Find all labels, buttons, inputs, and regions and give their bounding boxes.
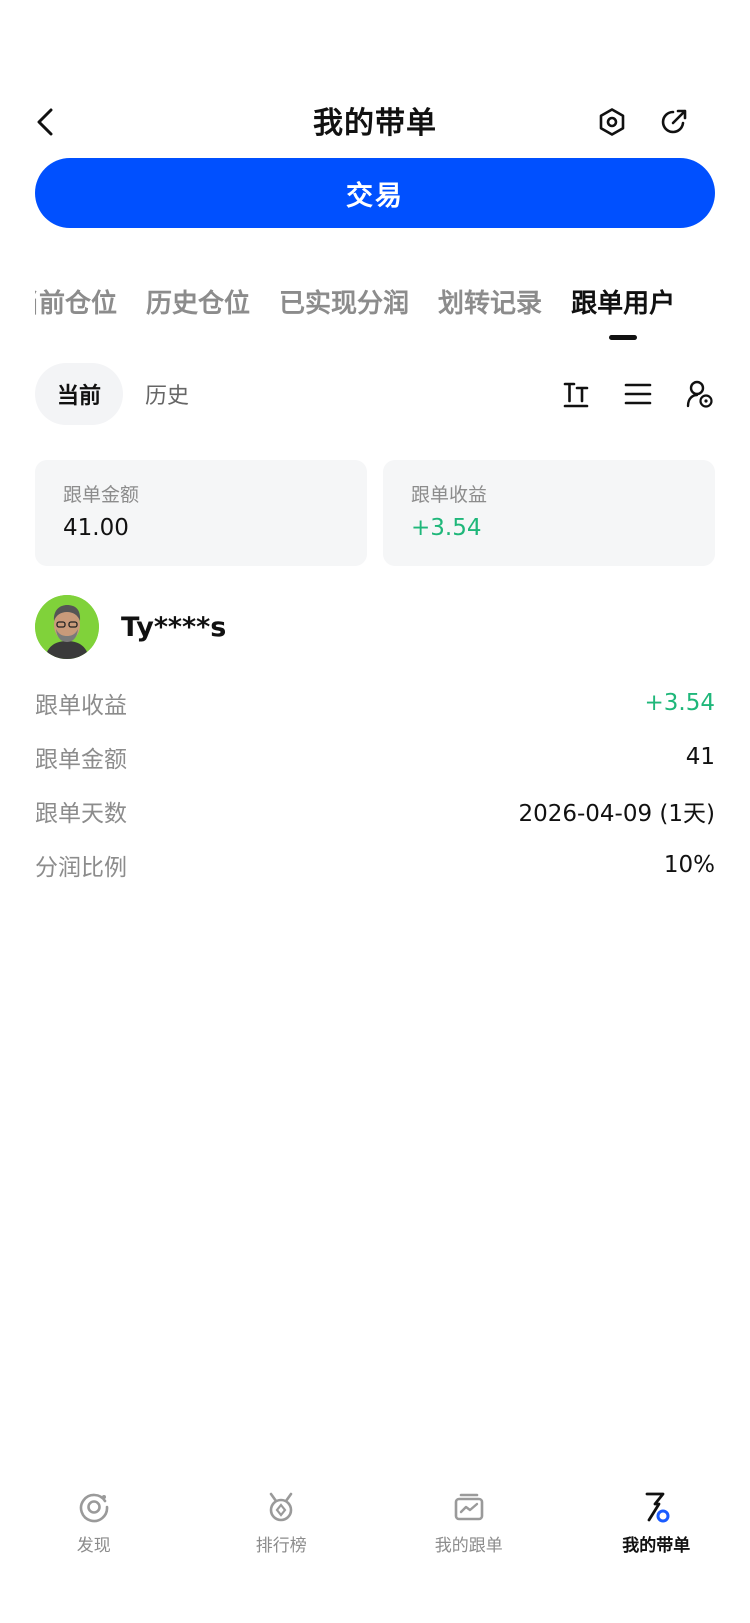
tab-history-positions[interactable]: 历史仓位: [146, 284, 250, 324]
copy-profit-value: +3.54: [411, 515, 482, 541]
nav-my-copy[interactable]: 我的跟单: [375, 1465, 563, 1623]
avatar-portrait-icon: [35, 595, 99, 659]
tab-copy-users-label: 跟单用户: [571, 289, 676, 319]
detail-row-profit-share: 分润比例 10%: [35, 838, 715, 892]
nav-discover[interactable]: 发现: [0, 1465, 188, 1623]
nav-ranking[interactable]: 排行榜: [188, 1465, 376, 1623]
detail-row-days: 跟单天数 2026-04-09 (1天): [35, 784, 715, 838]
detail-label: 跟单收益: [35, 693, 127, 719]
detail-value: 41: [685, 744, 715, 770]
toolbar: [534, 374, 720, 414]
follower-name: Ty****s: [121, 611, 227, 643]
page: 我的带单 交易 当前仓位 历史仓位 已实现分润 划转记录 跟单用户: [0, 0, 750, 1623]
page-title: 我的带单: [313, 106, 437, 141]
detail-label: 分润比例: [35, 855, 127, 881]
nav-my-lead[interactable]: 我的带单: [563, 1465, 750, 1623]
user-settings-icon: [686, 380, 713, 408]
tab-current-positions[interactable]: 当前仓位: [35, 284, 117, 324]
copy-profit-card: 跟单收益 +3.54: [383, 460, 715, 566]
active-tab-indicator: [609, 335, 638, 340]
detail-label: 跟单天数: [35, 801, 127, 827]
detail-value: 2026-04-09 (1天): [518, 801, 715, 827]
share-icon: [661, 109, 687, 134]
share-button[interactable]: [656, 104, 692, 140]
tab-copy-users[interactable]: 跟单用户: [571, 284, 676, 340]
nav-label: 我的带单: [622, 1536, 691, 1556]
copy-amount-label: 跟单金额: [63, 484, 140, 506]
detail-row-profit: 跟单收益 +3.54: [35, 676, 715, 730]
header: 我的带单: [0, 92, 750, 152]
sort-button[interactable]: [556, 374, 596, 414]
copy-amount-value: 41.00: [63, 515, 129, 541]
subtab-history[interactable]: 历史: [123, 363, 211, 425]
nav-label: 排行榜: [255, 1536, 307, 1556]
detail-value: 10%: [663, 852, 715, 878]
tab-realized-profit-share[interactable]: 已实现分润: [279, 284, 409, 324]
follower-details: 跟单收益 +3.54 跟单金额 41 跟单天数 2026-04-09 (1天) …: [35, 676, 715, 892]
subtabs: 当前 历史: [35, 362, 211, 426]
bottom-nav: 发现 排行榜 我的跟单 我的带单: [0, 1465, 750, 1623]
user-settings-button[interactable]: [680, 374, 720, 414]
nav-label: 发现: [76, 1536, 111, 1556]
nav-label: 我的跟单: [434, 1536, 503, 1556]
detail-label: 跟单金额: [35, 747, 127, 773]
copy-amount-card: 跟单金额 41.00: [35, 460, 367, 566]
settings-button[interactable]: [594, 104, 630, 140]
detail-value: +3.54: [644, 690, 715, 716]
sort-icon: [563, 382, 589, 408]
position-tabs: 当前仓位 历史仓位 已实现分润 划转记录 跟单用户: [35, 284, 715, 344]
trade-button[interactable]: 交易: [35, 158, 715, 228]
my-copy-icon: [451, 1489, 487, 1525]
avatar: [35, 595, 99, 659]
follower-header[interactable]: Ty****s: [35, 595, 226, 659]
my-lead-icon: [638, 1489, 674, 1525]
tab-transfer-records[interactable]: 划转记录: [438, 284, 542, 324]
menu-icon: [624, 383, 652, 405]
ranking-icon: [263, 1489, 299, 1525]
discover-icon: [76, 1489, 112, 1525]
detail-row-amount: 跟单金额 41: [35, 730, 715, 784]
subtab-current[interactable]: 当前: [35, 363, 124, 425]
hexagon-settings-icon: [599, 108, 625, 136]
copy-profit-label: 跟单收益: [411, 484, 488, 506]
list-view-button[interactable]: [618, 374, 658, 414]
